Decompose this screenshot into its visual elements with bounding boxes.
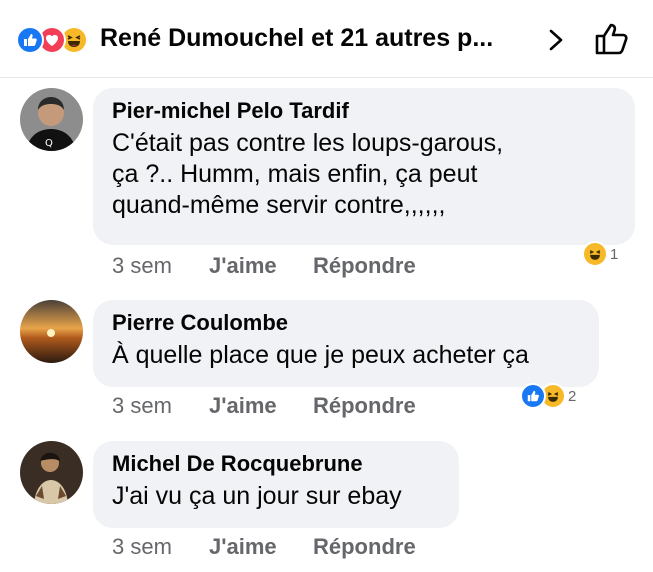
svg-text:Q: Q [45, 138, 53, 149]
comment-author[interactable]: Pier-michel Pelo Tardif [112, 98, 635, 124]
like-reaction-icon [520, 383, 546, 409]
comment-line: ça ?.. Humm, mais enfin, ça peut [112, 160, 478, 188]
comment-text: J'ai vu ça un jour sur ebay [112, 481, 459, 512]
avatar[interactable]: Q [20, 88, 83, 151]
comment-timestamp[interactable]: 3 sem [112, 393, 209, 419]
reply-button[interactable]: Répondre [313, 393, 416, 419]
comment-bubble: Pier-michel Pelo Tardif C'était pas cont… [93, 88, 635, 245]
comment-timestamp[interactable]: 3 sem [112, 534, 209, 560]
comment-author[interactable]: Pierre Coulombe [112, 310, 599, 336]
comment-reactions[interactable]: 2 [520, 382, 576, 410]
comment-timestamp[interactable]: 3 sem [112, 253, 209, 279]
comment-author[interactable]: Michel De Rocquebrune [112, 451, 459, 477]
reaction-count: 1 [610, 245, 619, 263]
like-button[interactable]: J'aime [209, 534, 313, 560]
comment-actions: 3 sem J'aime Répondre [112, 534, 416, 560]
like-button[interactable]: J'aime [209, 393, 313, 419]
comment-line: À quelle place que je peux acheter ça [112, 341, 529, 369]
chevron-right-icon[interactable] [545, 28, 567, 52]
comment-line: C'était pas contre les loups-garous, [112, 129, 504, 157]
comment-actions: 3 sem J'aime Répondre [112, 253, 416, 279]
reply-button[interactable]: Répondre [313, 253, 416, 279]
comment-bubble: Michel De Rocquebrune J'ai vu ça un jour… [93, 441, 459, 528]
reactions-header: René Dumouchel et 21 autres p... [0, 0, 653, 78]
comment-actions: 3 sem J'aime Répondre [112, 393, 416, 419]
comment-text: C'était pas contre les loups-garous, ça … [112, 128, 635, 221]
avatar[interactable] [20, 300, 83, 363]
reaction-count: 2 [568, 387, 577, 405]
reply-button[interactable]: Répondre [313, 534, 416, 560]
avatar[interactable] [20, 441, 83, 504]
comment-reactions[interactable]: 1 [582, 240, 618, 268]
comment-line: J'ai vu ça un jour sur ebay [112, 482, 402, 510]
haha-reaction-icon [582, 241, 608, 267]
reaction-summary[interactable] [16, 26, 100, 54]
comment-text: À quelle place que je peux acheter ça [112, 340, 599, 371]
like-button[interactable]: J'aime [209, 253, 313, 279]
comment-line: quand-même servir contre,,,,,, [112, 191, 446, 219]
comment-bubble: Pierre Coulombe À quelle place que je pe… [93, 300, 599, 387]
reactions-title[interactable]: René Dumouchel et 21 autres p... [100, 24, 493, 53]
like-reaction-icon [16, 26, 44, 54]
like-thumb-icon[interactable] [594, 22, 630, 56]
